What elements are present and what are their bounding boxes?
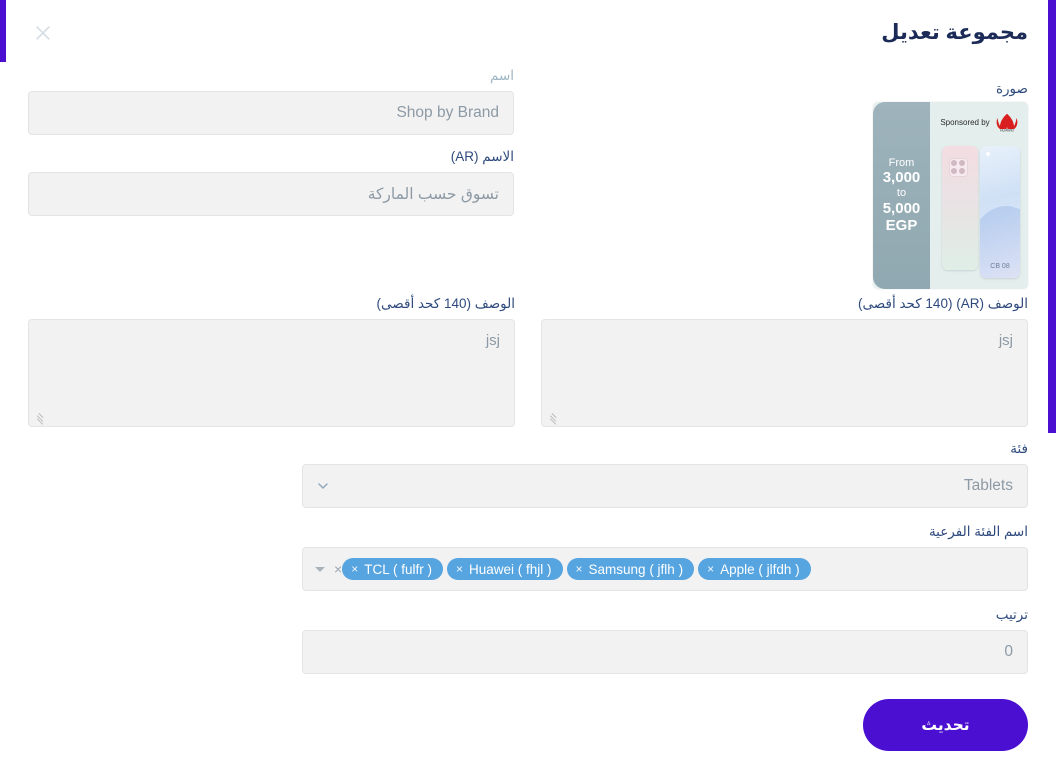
order-input-value: 0 bbox=[1004, 643, 1013, 660]
selected-tags-list: × Apple ( jlfdh ) × Samsung ( jflh ) × H… bbox=[342, 558, 1017, 580]
description-ar-value: jsj bbox=[998, 332, 1013, 349]
name-input-value: Shop by Brand bbox=[396, 104, 499, 121]
name-field-label: اسم bbox=[489, 68, 514, 83]
update-button[interactable]: تحديث bbox=[863, 699, 1028, 751]
phone-images: CB 08 bbox=[942, 146, 1020, 289]
name-field-group: اسم Shop by Brand bbox=[28, 68, 514, 135]
modal-header: مجموعة تعديل bbox=[0, 0, 1056, 68]
banner-currency: EGP bbox=[885, 216, 918, 234]
description-label: الوصف (140 كحد أقصى) bbox=[376, 296, 515, 311]
tag-remove-icon[interactable]: × bbox=[456, 563, 463, 575]
edit-group-modal: مجموعة تعديل صورة From 3,000 to 5,000 EG… bbox=[0, 0, 1056, 771]
name-ar-field-group: الاسم (AR) تسوق حسب الماركة bbox=[28, 149, 514, 216]
description-group: الوصف (140 كحد أقصى) jsj bbox=[28, 296, 515, 427]
modal-body: صورة From 3,000 to 5,000 EGP Sponsored b… bbox=[0, 68, 1056, 771]
description-value: jsj bbox=[485, 332, 500, 349]
category-label: فئة bbox=[1010, 441, 1028, 456]
description-ar-label: الوصف (AR) (140 كحد أقصى) bbox=[858, 296, 1028, 311]
name-ar-field-label: الاسم (AR) bbox=[450, 149, 514, 164]
subcategory-label: اسم الفئة الفرعية bbox=[928, 524, 1028, 539]
phone-screen-label: CB 08 bbox=[990, 263, 1010, 270]
image-field: صورة From 3,000 to 5,000 EGP Sponsored b… bbox=[870, 81, 1028, 289]
tag-remove-icon[interactable]: × bbox=[707, 563, 714, 575]
banner-product-panel: Sponsored by HUAWEI CB 08 bbox=[930, 102, 1028, 289]
category-select[interactable]: Tablets bbox=[302, 464, 1028, 508]
sponsor-row: Sponsored by HUAWEI bbox=[935, 112, 1024, 133]
description-textarea[interactable]: jsj bbox=[28, 319, 515, 427]
name-ar-input[interactable]: تسوق حسب الماركة bbox=[28, 172, 514, 216]
tag-label: Apple ( jlfdh ) bbox=[720, 561, 800, 577]
banner-from-amount: 3,000 bbox=[882, 169, 921, 187]
sponsor-text: Sponsored by bbox=[940, 117, 990, 127]
image-field-label: صورة bbox=[995, 81, 1028, 96]
dropdown-caret-icon[interactable] bbox=[315, 566, 325, 572]
tag-remove-icon[interactable]: × bbox=[576, 563, 583, 575]
order-label: ترتيب bbox=[995, 607, 1028, 622]
page-title: مجموعة تعديل bbox=[881, 21, 1028, 44]
page-accent-strip-left bbox=[0, 0, 6, 62]
tag-item[interactable]: × Apple ( jlfdh ) bbox=[698, 558, 811, 580]
camera-array-icon bbox=[949, 158, 968, 177]
tag-label: Samsung ( jflh ) bbox=[588, 561, 684, 577]
order-group: ترتيب 0 bbox=[302, 607, 1028, 674]
category-selected-value: Tablets bbox=[963, 477, 1013, 494]
tag-item[interactable]: × Huawei ( fhjl ) bbox=[446, 558, 563, 580]
description-ar-group: الوصف (AR) (140 كحد أقصى) jsj bbox=[541, 296, 1028, 427]
banner-to-amount: 5,000 bbox=[882, 199, 921, 217]
description-row: الوصف (AR) (140 كحد أقصى) jsj الوصف (140… bbox=[28, 296, 1028, 427]
modal-footer: تحديث bbox=[28, 699, 1028, 751]
tag-remove-icon[interactable]: × bbox=[351, 563, 358, 575]
tag-label: TCL ( fulfr ) bbox=[364, 561, 432, 577]
tag-item[interactable]: × Samsung ( jflh ) bbox=[566, 558, 695, 580]
tag-label: Huawei ( fhjl ) bbox=[468, 561, 552, 577]
category-group: فئة Tablets bbox=[302, 441, 1028, 508]
punch-hole-camera bbox=[986, 152, 990, 156]
banner-price-panel: From 3,000 to 5,000 EGP bbox=[873, 102, 930, 289]
name-input[interactable]: Shop by Brand bbox=[28, 91, 514, 135]
multiselect-actions: × bbox=[311, 561, 342, 577]
chevron-down-icon[interactable] bbox=[315, 478, 331, 494]
image-thumbnail[interactable]: From 3,000 to 5,000 EGP Sponsored by HUA… bbox=[873, 102, 1028, 289]
clear-all-icon[interactable]: × bbox=[334, 561, 342, 577]
resize-handle-icon[interactable] bbox=[32, 412, 44, 425]
page-scrollbar-thumb[interactable] bbox=[1048, 0, 1056, 433]
name-fields: اسم Shop by Brand الاسم (AR) تسوق حسب ال… bbox=[28, 68, 514, 216]
lower-fields: فئة Tablets اسم الفئة الفرعية × Apple (… bbox=[302, 441, 1028, 674]
description-ar-textarea[interactable]: jsj bbox=[541, 319, 1028, 427]
phone-back-image bbox=[942, 146, 978, 270]
order-input[interactable]: 0 bbox=[302, 630, 1028, 674]
huawei-logo-icon: HUAWEI bbox=[995, 112, 1019, 133]
resize-handle-icon[interactable] bbox=[545, 412, 557, 425]
phone-front-image: CB 08 bbox=[980, 146, 1020, 278]
subcategory-group: اسم الفئة الفرعية × Apple ( jlfdh ) × Sa… bbox=[302, 524, 1028, 591]
tag-item[interactable]: × TCL ( fulfr ) bbox=[342, 558, 443, 580]
banner-to-text: to bbox=[896, 186, 907, 199]
top-row: صورة From 3,000 to 5,000 EGP Sponsored b… bbox=[28, 68, 1028, 290]
subcategory-multiselect[interactable]: × Apple ( jlfdh ) × Samsung ( jflh ) × H… bbox=[302, 547, 1028, 591]
name-ar-input-value: تسوق حسب الماركة bbox=[367, 185, 499, 203]
svg-text:HUAWEI: HUAWEI bbox=[1000, 129, 1014, 132]
banner-from-text: From bbox=[888, 156, 915, 169]
close-icon[interactable] bbox=[30, 20, 56, 46]
